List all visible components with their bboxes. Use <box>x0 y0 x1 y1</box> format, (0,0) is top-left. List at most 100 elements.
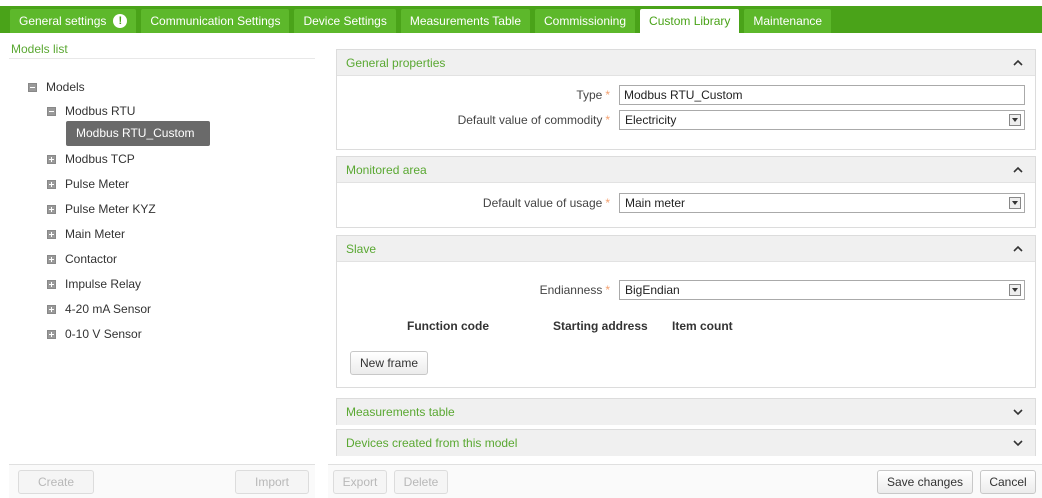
section-header[interactable]: General properties <box>337 50 1035 76</box>
tree-node-label: Contactor <box>65 252 118 266</box>
dropdown-arrow-icon[interactable] <box>1009 114 1021 126</box>
section-header[interactable]: Measurements table <box>337 399 1035 425</box>
tab-custom-library[interactable]: Custom Library <box>640 9 740 33</box>
select-value: Electricity <box>625 113 677 127</box>
models-list-header: Models list <box>9 41 315 59</box>
tab-label: Communication Settings <box>150 14 281 28</box>
tab-bar: General settings ! Communication Setting… <box>0 0 1042 33</box>
label-text: Default value of commodity <box>457 113 603 127</box>
tree-node-contactor[interactable]: Contactor <box>47 251 117 267</box>
usage-label: Default value of usage * <box>483 196 610 210</box>
tab-general-settings[interactable]: General settings ! <box>10 9 137 33</box>
required-marker: * <box>605 88 610 102</box>
section-header[interactable]: Slave <box>337 236 1035 262</box>
required-marker: * <box>605 283 610 297</box>
tab-maintenance[interactable]: Maintenance <box>744 9 832 33</box>
tree-node-label: Pulse Meter <box>65 177 130 191</box>
collapse-icon[interactable] <box>47 106 56 116</box>
collapse-icon[interactable] <box>28 82 37 92</box>
section-title: Monitored area <box>346 163 427 177</box>
tree-node-label: 0-10 V Sensor <box>65 327 142 341</box>
chevron-up-icon[interactable] <box>1011 50 1025 76</box>
tree-node-modbus-rtu-custom[interactable]: Modbus RTU_Custom <box>66 121 210 146</box>
type-label: Type * <box>576 88 610 102</box>
chevron-down-icon[interactable] <box>1011 399 1025 425</box>
section-header[interactable]: Monitored area <box>337 157 1035 183</box>
section-header[interactable]: Devices created from this model <box>337 430 1035 456</box>
expand-icon[interactable] <box>47 304 56 314</box>
tab-label: Custom Library <box>649 14 731 28</box>
tab-device-settings[interactable]: Device Settings <box>294 9 396 33</box>
tab-label: Device Settings <box>303 14 387 28</box>
section-title: Slave <box>346 242 377 256</box>
column-starting-address: Starting address <box>553 319 648 333</box>
delete-button[interactable]: Delete <box>394 470 448 494</box>
tab-communication-settings[interactable]: Communication Settings <box>141 9 290 33</box>
create-button[interactable]: Create <box>18 470 94 494</box>
required-marker: * <box>605 113 610 127</box>
expand-icon[interactable] <box>47 179 56 189</box>
required-marker: * <box>605 196 610 210</box>
tree-node-pulse-meter-kyz[interactable]: Pulse Meter KYZ <box>47 201 156 217</box>
tree-node-label: Pulse Meter KYZ <box>65 202 156 216</box>
tree-node-modbus-rtu[interactable]: Modbus RTU <box>47 103 135 119</box>
save-changes-button[interactable]: Save changes <box>877 470 973 494</box>
tree-node-label: Main Meter <box>65 227 126 241</box>
label-text: Default value of usage <box>482 196 603 210</box>
cancel-button[interactable]: Cancel <box>980 470 1036 494</box>
section-general-properties: General properties Type* Default value o… <box>336 49 1036 150</box>
tab-measurements-table[interactable]: Measurements Table <box>400 9 530 33</box>
type-input[interactable] <box>619 85 1025 105</box>
section-title: Measurements table <box>346 405 455 419</box>
tree-node-impulse-relay[interactable]: Impulse Relay <box>47 276 141 292</box>
chevron-down-icon[interactable] <box>1011 430 1025 456</box>
tree-node-0-10v-sensor[interactable]: 0-10 V Sensor <box>47 326 142 342</box>
expand-icon[interactable] <box>47 254 56 264</box>
tree-node-4-20ma-sensor[interactable]: 4-20 mA Sensor <box>47 301 151 317</box>
tree-node-label: Modbus TCP <box>65 152 135 166</box>
tree-node-label: Modbus RTU <box>65 104 136 118</box>
editor-footer: Export Delete Save changes Cancel <box>328 464 1042 498</box>
select-value: BigEndian <box>625 283 680 297</box>
chevron-up-icon[interactable] <box>1011 236 1025 262</box>
expand-icon[interactable] <box>47 329 56 339</box>
tab-label: General settings <box>19 14 107 28</box>
expand-icon[interactable] <box>47 204 56 214</box>
endianness-select[interactable]: BigEndian <box>619 280 1025 300</box>
models-list-panel: Models list Models Modbus RTU Modbus RTU… <box>9 41 315 456</box>
tab-label: Measurements Table <box>409 14 521 28</box>
tree-node-label: Models <box>46 80 85 94</box>
chevron-up-icon[interactable] <box>1011 157 1025 183</box>
tree-node-label: Impulse Relay <box>65 277 142 291</box>
expand-icon[interactable] <box>47 279 56 289</box>
select-value: Main meter <box>625 196 686 210</box>
tab-label: Maintenance <box>753 14 823 28</box>
tabs: General settings ! Communication Setting… <box>10 9 836 33</box>
section-slave: Slave Endianness * BigEndian Function cod… <box>336 235 1036 388</box>
new-frame-button[interactable]: New frame <box>350 351 428 375</box>
commodity-label: Default value of commodity * <box>458 113 610 127</box>
tree-node-modbus-tcp[interactable]: Modbus TCP <box>47 151 135 167</box>
section-title: Devices created from this model <box>346 436 518 450</box>
tab-commissioning[interactable]: Commissioning <box>535 9 636 33</box>
endianness-label: Endianness * <box>540 283 610 297</box>
expand-icon[interactable] <box>47 154 56 164</box>
label-text: Endianness <box>539 283 603 297</box>
tree-node-pulse-meter[interactable]: Pulse Meter <box>47 176 129 192</box>
section-monitored-area: Monitored area Default value of usage * M… <box>336 156 1036 228</box>
warning-icon: ! <box>113 14 128 28</box>
dropdown-arrow-icon[interactable] <box>1009 197 1021 209</box>
dropdown-arrow-icon[interactable] <box>1009 284 1021 296</box>
export-button[interactable]: Export <box>333 470 387 494</box>
section-title: General properties <box>346 56 446 70</box>
models-list-footer: Create Import <box>9 464 315 498</box>
commodity-select[interactable]: Electricity <box>619 110 1025 130</box>
import-button[interactable]: Import <box>235 470 309 494</box>
tab-label: Commissioning <box>544 14 627 28</box>
tree-node-main-meter[interactable]: Main Meter <box>47 226 125 242</box>
tree-node-label: 4-20 mA Sensor <box>65 302 152 316</box>
tree-node-models[interactable]: Models <box>28 79 85 95</box>
expand-icon[interactable] <box>47 229 56 239</box>
column-function-code: Function code <box>407 319 489 333</box>
usage-select[interactable]: Main meter <box>619 193 1025 213</box>
